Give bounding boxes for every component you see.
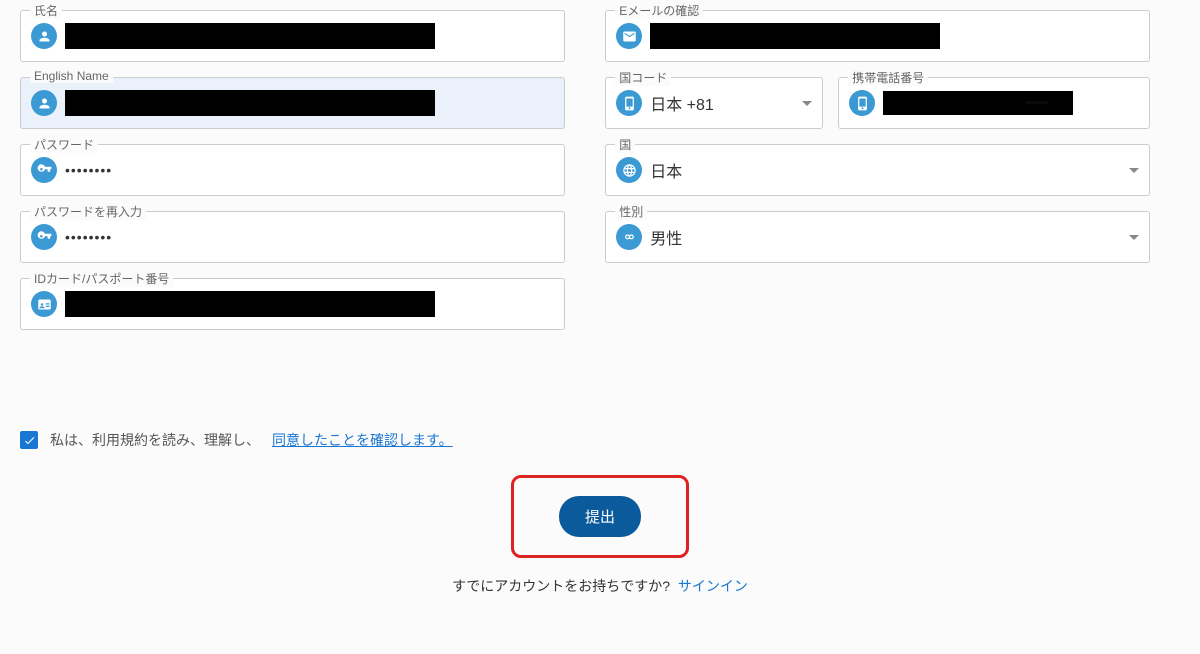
- country-code-field: 国コード 日本 +81: [605, 77, 823, 129]
- submit-button[interactable]: 提出: [559, 496, 641, 537]
- person-icon: [31, 23, 57, 49]
- email-confirm-value-redacted: [650, 23, 940, 49]
- card-icon: [31, 291, 57, 317]
- chevron-down-icon: [1129, 235, 1139, 240]
- agreement-row: 私は、利用規約を読み、理解し、 同意したことを確認します。: [20, 430, 1180, 450]
- id-card-value-redacted: [65, 291, 435, 317]
- english-name-input[interactable]: [20, 77, 565, 129]
- chevron-down-icon: [1129, 168, 1139, 173]
- globe-icon: [616, 157, 642, 183]
- country-field: 国 日本: [605, 144, 1150, 196]
- english-name-field: English Name: [20, 77, 565, 129]
- country-select[interactable]: 日本: [605, 144, 1150, 196]
- mobile-field: 携帯電話番号: [838, 77, 1150, 129]
- agreement-checkbox[interactable]: [20, 431, 38, 449]
- password-confirm-label: パスワードを再入力: [30, 203, 146, 220]
- password-field: パスワード ••••••••: [20, 144, 565, 196]
- password-label: パスワード: [30, 136, 98, 153]
- country-value: 日本: [650, 158, 1121, 182]
- english-name-value-redacted: [65, 90, 435, 116]
- phone-icon: [616, 90, 642, 116]
- signin-line: すでにアカウントをお持ちですか? サインイン: [20, 576, 1180, 596]
- signin-link[interactable]: サインイン: [678, 578, 748, 594]
- english-name-label: English Name: [30, 69, 113, 83]
- person-icon: [31, 90, 57, 116]
- country-label: 国: [615, 136, 635, 153]
- gender-select[interactable]: 男性: [605, 211, 1150, 263]
- signin-question: すでにアカウントをお持ちですか?: [452, 578, 670, 594]
- key-icon: [31, 224, 57, 250]
- phone-icon: [849, 90, 875, 116]
- id-card-label: IDカード/パスポート番号: [30, 270, 173, 287]
- agreement-prefix: 私は、利用規約を読み、理解し、: [50, 430, 260, 450]
- gender-label: 性別: [615, 203, 647, 220]
- name-label: 氏名: [30, 2, 62, 19]
- submit-highlight-box: 提出: [511, 475, 689, 558]
- agreement-link[interactable]: 同意したことを確認します。: [272, 430, 453, 450]
- registration-form: 氏名 Eメールの確認: [20, 10, 1180, 596]
- password-input[interactable]: ••••••••: [20, 144, 565, 196]
- email-confirm-field: Eメールの確認: [605, 10, 1150, 62]
- gender-field: 性別 男性: [605, 211, 1150, 263]
- name-value-redacted: [65, 23, 435, 49]
- name-input[interactable]: [20, 10, 565, 62]
- email-confirm-label: Eメールの確認: [615, 2, 703, 19]
- password-value: ••••••••: [65, 162, 112, 178]
- envelope-icon: [616, 23, 642, 49]
- key-icon: [31, 157, 57, 183]
- password-confirm-value: ••••••••: [65, 229, 112, 245]
- mobile-label: 携帯電話番号: [848, 69, 928, 86]
- password-confirm-field: パスワードを再入力 ••••••••: [20, 211, 565, 263]
- country-code-value: 日本 +81: [650, 91, 794, 115]
- mobile-value-redacted: [883, 91, 1073, 115]
- gender-icon: [616, 224, 642, 250]
- gender-value: 男性: [650, 225, 1121, 249]
- country-code-label: 国コード: [615, 69, 671, 86]
- chevron-down-icon: [802, 101, 812, 106]
- submit-area: 提出: [20, 475, 1180, 558]
- id-card-field: IDカード/パスポート番号: [20, 278, 565, 330]
- name-field: 氏名: [20, 10, 565, 62]
